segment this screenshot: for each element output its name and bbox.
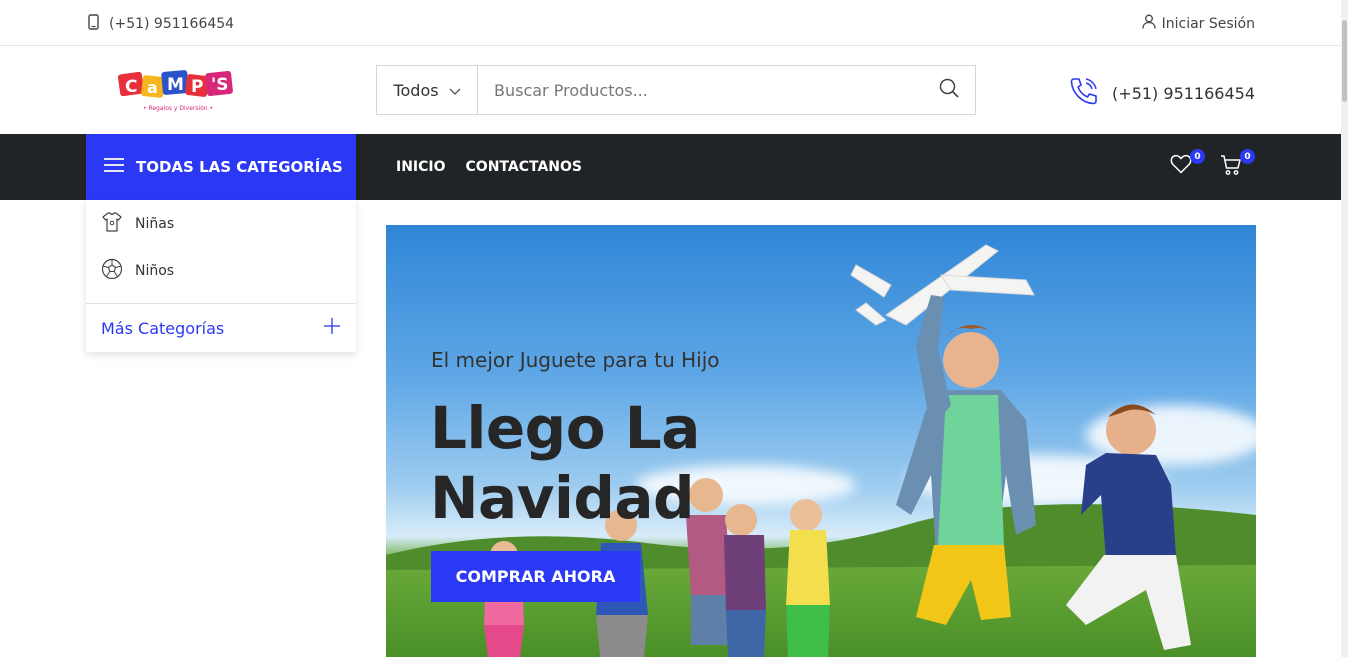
- wishlist-count-badge: 0: [1190, 149, 1205, 164]
- heart-icon: [1170, 154, 1192, 178]
- category-label: Niñas: [135, 215, 175, 232]
- all-categories-label: TODAS LAS CATEGORÍAS: [136, 158, 343, 176]
- topbar-phone[interactable]: (+51) 951166454: [88, 14, 234, 34]
- all-categories-button[interactable]: TODAS LAS CATEGORÍAS: [86, 134, 356, 200]
- category-menu: Niñas Niños Más Categorías: [86, 200, 356, 352]
- svg-text:P: P: [191, 77, 203, 97]
- dress-icon: [101, 211, 123, 237]
- svg-text:C: C: [125, 77, 137, 97]
- svg-text:• Regalos y Diversión •: • Regalos y Diversión •: [143, 105, 213, 112]
- search-category-select[interactable]: Todos: [377, 66, 478, 114]
- page-scrollbar[interactable]: [1341, 0, 1348, 657]
- wishlist-button[interactable]: 0: [1170, 149, 1205, 178]
- header-phone[interactable]: (+51) 951166454: [1068, 75, 1255, 111]
- phone-call-icon: [1068, 75, 1100, 111]
- main-nav: TODAS LAS CATEGORÍAS INICIO CONTACTANOS …: [0, 134, 1341, 200]
- chevron-down-icon: [449, 81, 461, 100]
- hero-title-line-2: Navidad: [430, 464, 695, 532]
- login-label: Iniciar Sesión: [1161, 15, 1255, 32]
- topbar-phone-text: (+51) 951166454: [109, 16, 235, 32]
- search-category-label: Todos: [393, 80, 439, 100]
- nav-links: INICIO CONTACTANOS: [396, 134, 582, 200]
- search-button[interactable]: [923, 66, 975, 114]
- category-label: Niños: [135, 262, 175, 279]
- header: C a M P 'S • Regalos y Diversión • Todos: [0, 47, 1341, 134]
- svg-text:M: M: [167, 75, 184, 95]
- category-item-ninas[interactable]: Niñas: [86, 200, 356, 247]
- cart-button[interactable]: 0: [1220, 149, 1255, 176]
- mobile-phone-icon: [88, 14, 99, 34]
- hamburger-menu-icon: [104, 158, 124, 176]
- soccer-ball-icon: [101, 258, 123, 284]
- nav-link-inicio[interactable]: INICIO: [396, 159, 446, 175]
- shop-now-button[interactable]: COMPRAR AHORA: [431, 551, 640, 602]
- login-link[interactable]: Iniciar Sesión: [1141, 14, 1255, 33]
- search-icon: [939, 78, 959, 102]
- user-icon: [1141, 14, 1156, 33]
- more-categories-button[interactable]: Más Categorías: [86, 303, 356, 352]
- nav-icons: 0 0: [1170, 149, 1255, 178]
- plus-icon: [324, 318, 340, 338]
- cart-count-badge: 0: [1240, 149, 1255, 164]
- more-categories-label: Más Categorías: [101, 318, 225, 338]
- svg-text:'S: 'S: [211, 75, 228, 95]
- top-bar: (+51) 951166454 Iniciar Sesión: [0, 0, 1341, 46]
- header-phone-text: (+51) 951166454: [1112, 83, 1255, 103]
- search-input[interactable]: [478, 66, 923, 114]
- category-item-ninos[interactable]: Niños: [86, 247, 356, 294]
- hero-banner: El mejor Juguete para tu Hijo Llego La N…: [386, 225, 1256, 657]
- shopping-cart-icon: [1220, 155, 1242, 180]
- hero-title: Llego La Navidad: [430, 393, 700, 533]
- search-bar: Todos: [376, 65, 976, 115]
- hero-subtitle: El mejor Juguete para tu Hijo: [431, 348, 720, 372]
- camps-logo[interactable]: C a M P 'S • Regalos y Diversión •: [117, 67, 237, 115]
- svg-text:a: a: [147, 78, 158, 97]
- nav-link-contactanos[interactable]: CONTACTANOS: [466, 159, 582, 175]
- hero-title-line-1: Llego La: [430, 394, 700, 462]
- toy-plane-illustration: [850, 244, 1035, 326]
- scrollbar-thumb[interactable]: [1342, 20, 1347, 102]
